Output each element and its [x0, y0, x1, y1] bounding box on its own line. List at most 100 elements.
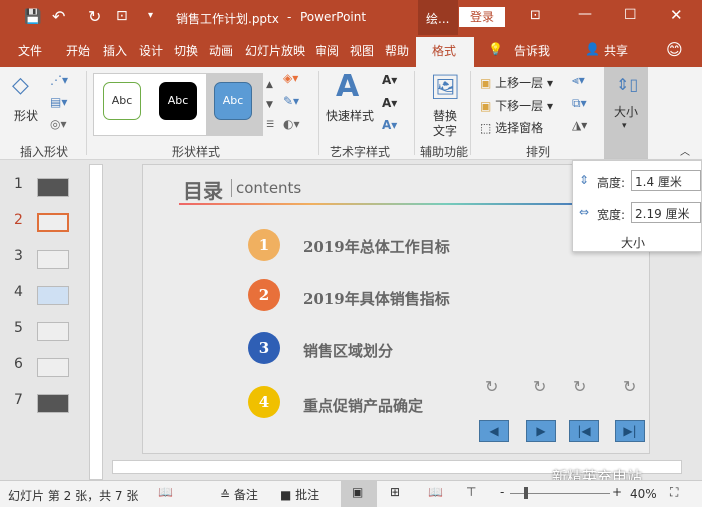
send-backward-button[interactable]: ▣ 下移一层 ▾	[480, 97, 553, 114]
rotate-handle-icon[interactable]: ↻	[623, 377, 636, 396]
item-badge: 4	[248, 386, 280, 418]
tab-design[interactable]: 设计	[139, 42, 163, 59]
rotate-handle-icon[interactable]: ↻	[533, 377, 546, 396]
minimize-icon[interactable]: —	[578, 6, 592, 22]
end-button-shape[interactable]: ▶|	[615, 420, 645, 442]
edit-shape-icon[interactable]: ⋰▾	[50, 73, 68, 87]
alt-text-icon[interactable]: 🖼	[430, 73, 460, 101]
slide-thumbnail[interactable]	[37, 358, 69, 377]
size-group-label: 大小	[621, 236, 646, 250]
text-effects-icon[interactable]: A▾	[382, 118, 397, 132]
redo-icon[interactable]: ↻	[88, 7, 101, 26]
shape-effects-icon[interactable]: ◐▾	[283, 117, 300, 131]
slide-thumbnail[interactable]	[37, 394, 69, 413]
height-input[interactable]: 1.4 厘米	[631, 170, 701, 191]
collapse-ribbon-icon[interactable]: ︿	[680, 143, 690, 158]
slide-sorter-icon[interactable]: ⊞	[390, 485, 400, 499]
thumb-number: 2	[14, 212, 23, 228]
width-input[interactable]: 2.19 厘米	[631, 202, 701, 223]
text-fill-icon[interactable]: A▾	[382, 73, 397, 87]
rotate-handle-icon[interactable]: ↻	[573, 377, 586, 396]
quick-styles-icon[interactable]: A	[336, 69, 359, 104]
slide-thumbnail[interactable]	[37, 250, 69, 269]
ribbon: ◇ 形状 ⋰▾ ▤▾ ◎▾ 插入形状 Abc Abc Abc ▲ ▼ ☰ ◈▾ ✎▾…	[0, 67, 702, 160]
zoom-slider-thumb[interactable]	[524, 487, 528, 499]
rotate-handle-icon[interactable]: ↻	[485, 377, 498, 396]
presentation-icon[interactable]: ⊡	[116, 8, 128, 24]
tab-help[interactable]: 帮助	[385, 42, 409, 59]
tab-file[interactable]: 文件	[18, 42, 42, 59]
group-icon[interactable]: ⧉▾	[572, 96, 587, 111]
group-accessibility: 辅助功能	[420, 145, 469, 159]
shape-fill-icon[interactable]: ◈▾	[283, 71, 298, 85]
fit-window-icon[interactable]: ⛶	[670, 485, 678, 500]
notes-button[interactable]: ≙ 备注	[220, 486, 258, 503]
shapes-button[interactable]: 形状	[14, 107, 38, 124]
thumb-scrollbar[interactable]	[89, 164, 103, 480]
size-label: 大小	[614, 105, 639, 119]
maximize-icon[interactable]: ☐	[624, 7, 637, 23]
slide-info: 幻灯片 第 2 张，共 7 张	[8, 489, 139, 503]
smiley-icon[interactable]: 😊	[666, 40, 683, 59]
quick-styles-button[interactable]: 快速样式	[326, 107, 374, 124]
shapes-icon[interactable]: ◇	[12, 73, 29, 98]
text-outline-icon[interactable]: A▾	[382, 96, 397, 110]
tab-review[interactable]: 审阅	[315, 42, 339, 59]
selection-pane-button[interactable]: ⬚ 选择窗格	[480, 119, 543, 136]
slide-thumbnail[interactable]	[37, 178, 69, 197]
slide-subtitle: contents	[231, 179, 301, 197]
tab-view[interactable]: 视图	[350, 42, 374, 59]
spellcheck-icon[interactable]: 📖	[158, 485, 173, 499]
send-backward-icon: ▣	[480, 99, 492, 113]
ribbon-display-icon[interactable]: ⊡	[530, 8, 541, 23]
comments-button[interactable]: ■ 批注	[280, 486, 319, 503]
lightbulb-icon: 💡	[488, 42, 503, 56]
style-sample[interactable]: Abc	[214, 82, 252, 120]
save-icon[interactable]: 💾	[24, 9, 41, 25]
bring-forward-button[interactable]: ▣ 上移一层 ▾	[480, 74, 553, 91]
normal-view-button[interactable]: ▣	[341, 481, 377, 507]
style-sample[interactable]: Abc	[103, 82, 141, 120]
gallery-scroll[interactable]: ▲ ▼ ☰	[266, 75, 274, 135]
size-button[interactable]: ⇕▯ 大小 ▾	[604, 67, 648, 159]
item-text: 2019年总体工作目标	[303, 238, 450, 256]
slide-thumbnail[interactable]	[37, 322, 69, 341]
slide-thumbnail[interactable]	[37, 286, 69, 305]
slideshow-icon[interactable]: ⊤	[466, 485, 476, 499]
align-icon[interactable]: ⫷▾	[572, 73, 585, 88]
tab-home[interactable]: 开始	[66, 42, 90, 59]
start-button-shape[interactable]: |◀	[569, 420, 599, 442]
tab-insert[interactable]: 插入	[103, 42, 127, 59]
textbox-icon[interactable]: ▤▾	[50, 95, 67, 109]
play-button-shape[interactable]: ▶	[526, 420, 556, 442]
merge-shapes-icon[interactable]: ◎▾	[50, 117, 67, 131]
tab-slideshow[interactable]: 幻灯片放映	[245, 42, 305, 59]
zoom-level[interactable]: 40%	[630, 487, 657, 501]
zoom-in-button[interactable]: +	[612, 485, 622, 499]
item-badge: 1	[248, 229, 280, 261]
zoom-out-button[interactable]: -	[500, 485, 504, 499]
login-button[interactable]: 登录	[459, 7, 505, 27]
customize-icon[interactable]: ▾	[148, 10, 153, 21]
shape-outline-icon[interactable]: ✎▾	[283, 94, 299, 108]
close-icon[interactable]: ✕	[670, 6, 683, 24]
group-insert-shapes: 插入形状	[20, 145, 69, 159]
item-text: 销售区域划分	[303, 342, 394, 360]
back-button-shape[interactable]: ◀	[479, 420, 509, 442]
item-text: 重点促销产品确定	[303, 397, 424, 415]
tab-animations[interactable]: 动画	[209, 42, 233, 59]
tab-format[interactable]: 格式	[432, 42, 456, 59]
slide-thumbnail-selected[interactable]	[37, 213, 69, 232]
style-sample[interactable]: Abc	[159, 82, 197, 120]
item-text: 2019年具体销售指标	[303, 290, 450, 308]
tell-me[interactable]: 告诉我	[514, 42, 550, 59]
tab-transitions[interactable]: 切换	[174, 42, 198, 59]
reading-view-icon[interactable]: 📖	[428, 485, 443, 499]
undo-icon[interactable]: ↶	[52, 7, 65, 26]
chevron-down-icon: ▾	[622, 121, 627, 131]
group-shape-styles: 形状样式	[172, 145, 221, 159]
title-sep: -	[287, 10, 292, 24]
rotate-icon[interactable]: ◮▾	[572, 118, 587, 132]
share-button[interactable]: 共享	[604, 42, 628, 59]
drawing-tools-tab[interactable]: 绘...	[426, 10, 449, 27]
